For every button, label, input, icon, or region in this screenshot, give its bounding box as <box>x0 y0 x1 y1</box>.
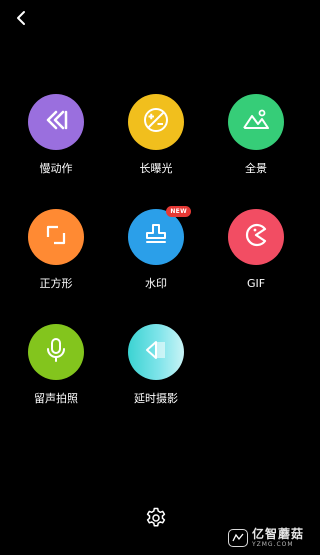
settings-button[interactable] <box>142 506 170 534</box>
mode-icon-circle <box>128 324 184 380</box>
mode-icon-circle: NEW <box>128 206 191 265</box>
mode-label: 水印 <box>145 277 167 290</box>
mode-icon-circle <box>28 324 84 380</box>
mode-watermark[interactable]: NEW 水印 <box>111 206 201 291</box>
mode-icon-circle <box>28 209 84 265</box>
mode-label: GIF <box>246 277 266 290</box>
gear-icon <box>144 506 168 534</box>
back-arrow-icon <box>15 10 29 30</box>
back-button[interactable] <box>10 8 34 32</box>
new-badge: NEW <box>166 206 191 217</box>
square-frame-icon <box>41 220 71 254</box>
exposure-icon <box>141 105 171 139</box>
mode-voice-photo[interactable]: 留声拍照 <box>11 324 101 406</box>
mode-label: 延时摄影 <box>134 392 178 405</box>
mode-label: 全景 <box>245 162 267 175</box>
microphone-icon <box>41 335 71 369</box>
mountain-icon <box>240 105 272 139</box>
mode-label: 正方形 <box>39 277 73 290</box>
pacman-icon <box>241 220 271 254</box>
mode-icon-circle <box>228 94 284 150</box>
watermark-logo-icon <box>227 529 248 547</box>
site-watermark: 亿智蘑菇 YZMG.COM <box>227 525 304 551</box>
rewind-icon <box>41 105 71 139</box>
mode-long-exposure[interactable]: 长曝光 <box>111 94 201 176</box>
mode-icon-circle <box>228 209 284 265</box>
watermark-domain: YZMG.COM <box>251 541 294 548</box>
mode-icon-circle <box>28 94 84 150</box>
mode-slow-motion[interactable]: 慢动作 <box>11 94 101 176</box>
mode-label: 留声拍照 <box>34 392 78 405</box>
mode-timelapse[interactable]: 延时摄影 <box>111 324 201 406</box>
timelapse-icon <box>141 335 171 369</box>
mode-icon-circle <box>128 94 184 150</box>
mode-gif[interactable]: GIF <box>211 209 301 291</box>
mode-square[interactable]: 正方形 <box>11 209 101 291</box>
mode-panorama[interactable]: 全景 <box>211 94 301 176</box>
stamp-icon <box>141 220 171 254</box>
watermark-name: 亿智蘑菇 <box>251 527 304 541</box>
mode-label: 慢动作 <box>39 162 73 175</box>
mode-label: 长曝光 <box>139 162 173 175</box>
